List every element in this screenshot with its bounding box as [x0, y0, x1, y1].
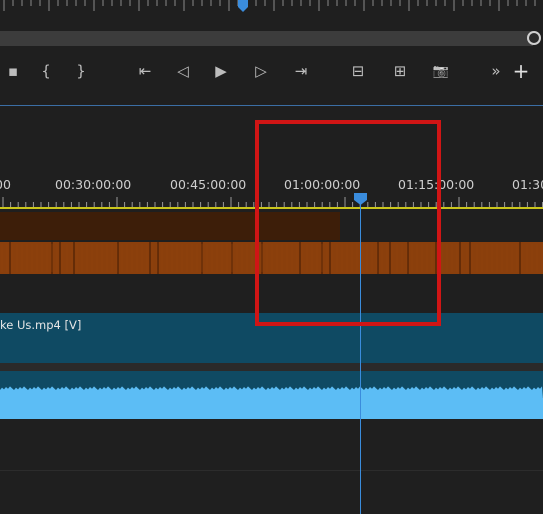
- mark-out-button[interactable]: }: [68, 52, 94, 90]
- add-icon: +: [512, 59, 530, 83]
- lift-extract-icon: ⊟: [351, 62, 365, 80]
- extract-icon: ⊞: [393, 62, 407, 80]
- highlight-box: [255, 120, 441, 326]
- go-to-out-button[interactable]: ⇥: [288, 52, 314, 90]
- export-frame-button[interactable]: 📷: [428, 52, 454, 90]
- step-forward-button[interactable]: ▷: [248, 52, 274, 90]
- play-button[interactable]: ▶: [208, 52, 234, 90]
- zoom-scrollbar[interactable]: [0, 31, 533, 46]
- more-button[interactable]: »: [483, 52, 509, 90]
- timecode-label: 01:30: [512, 177, 543, 192]
- timecode-label: 00:30:00:00: [55, 177, 132, 192]
- transport-controls: ▪ {} ⇤ ◁ ▶ ▷ ⇥ ⊟ ⊞ 📷 » +: [0, 52, 543, 90]
- step-back-button[interactable]: ◁: [170, 52, 196, 90]
- play-icon: ▶: [215, 62, 227, 80]
- mark-out-icon: }: [76, 62, 86, 80]
- mark-in-button[interactable]: {: [33, 52, 59, 90]
- go-to-in-icon: ⇤: [138, 62, 152, 80]
- mark-in-icon: {: [41, 62, 51, 80]
- step-forward-icon: ▷: [255, 62, 267, 80]
- monitor-ruler-ticks: [3, 0, 536, 11]
- track-separator: [0, 363, 543, 371]
- go-to-out-icon: ⇥: [294, 62, 308, 80]
- timecode-label: 00: [0, 177, 11, 192]
- step-back-icon: ◁: [177, 62, 189, 80]
- more-icon: »: [491, 62, 501, 80]
- audio-clip-selected[interactable]: [0, 398, 543, 419]
- track-divider: [0, 470, 543, 471]
- lift-button[interactable]: ▪: [0, 52, 26, 90]
- lift-icon: ▪: [7, 62, 19, 80]
- audio-waveform: [0, 386, 543, 399]
- panel-divider: [0, 105, 543, 106]
- export-frame-icon: 📷: [432, 63, 450, 79]
- timecode-label: 00:45:00:00: [170, 177, 247, 192]
- monitor-playhead-icon[interactable]: [237, 0, 249, 12]
- extract-button[interactable]: ⊞: [387, 52, 413, 90]
- zoom-scrollbar-handle[interactable]: [527, 31, 541, 45]
- lift-extract-button[interactable]: ⊟: [345, 52, 371, 90]
- monitor-ruler[interactable]: [0, 0, 543, 18]
- video-clip-label: ke Us.mp4 [V]: [0, 318, 82, 332]
- go-to-in-button[interactable]: ⇤: [132, 52, 158, 90]
- add-button[interactable]: +: [508, 52, 534, 90]
